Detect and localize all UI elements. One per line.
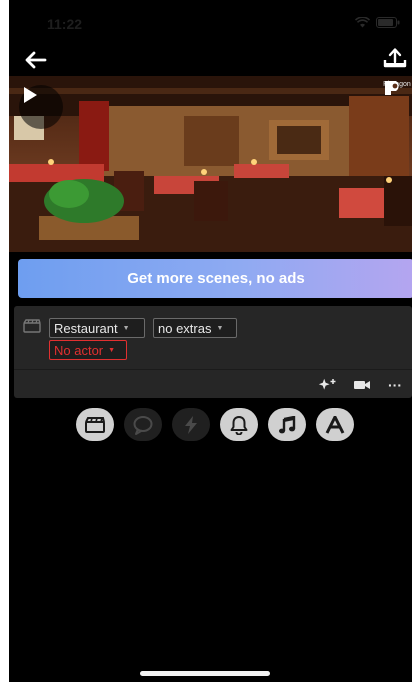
plotagon-logo: Plotagon (382, 80, 412, 95)
caret-down-icon: ▼ (122, 324, 130, 332)
toolbar-music-button[interactable] (268, 408, 306, 441)
toolbar-action-button[interactable] (172, 408, 210, 441)
scene-card: Restaurant ▼ no extras ▼ No actor ▼ ··· (14, 306, 412, 398)
speech-bubble-icon (133, 415, 153, 435)
more-options-button[interactable]: ··· (384, 376, 406, 394)
sparkle-plus-icon (318, 378, 336, 390)
card-divider (14, 369, 412, 370)
toolbar-sound-effect-button[interactable] (220, 408, 258, 441)
nav-bar (9, 44, 412, 76)
plotagon-logo-icon (385, 81, 399, 95)
location-dropdown[interactable]: Restaurant ▼ (49, 318, 145, 338)
get-more-scenes-button[interactable]: Get more scenes, no ads (18, 259, 412, 298)
bell-icon (230, 415, 248, 435)
scene-preview[interactable]: Plotagon (9, 76, 412, 252)
camera-button[interactable] (351, 376, 373, 394)
upload-tray-icon (383, 48, 407, 68)
play-icon (24, 87, 37, 103)
extras-dropdown[interactable]: no extras ▼ (153, 318, 237, 338)
play-button[interactable] (19, 85, 63, 129)
toolbar-speech-button[interactable] (124, 408, 162, 441)
lightning-icon (185, 415, 197, 434)
clapperboard-icon (85, 416, 105, 433)
back-arrow-icon (25, 51, 47, 69)
back-button[interactable] (23, 50, 47, 70)
caret-down-icon: ▼ (108, 346, 116, 354)
app-screen: 11:22 Get more scenes, no ads Restaurant… (9, 0, 412, 682)
restaurant-scene-illustration (9, 76, 412, 252)
extras-value: no extras (158, 320, 212, 336)
wifi-icon (355, 17, 370, 28)
actor-value: No actor (54, 342, 104, 358)
status-icons (355, 17, 400, 28)
status-time: 11:22 (47, 16, 83, 32)
music-note-icon (279, 415, 296, 433)
toolbar-text-button[interactable] (316, 408, 354, 441)
video-camera-icon (354, 381, 370, 389)
location-value: Restaurant (54, 320, 118, 336)
letter-a-icon (325, 415, 345, 434)
home-indicator[interactable] (140, 671, 270, 676)
caret-down-icon: ▼ (216, 324, 224, 332)
effects-button[interactable] (316, 376, 338, 394)
status-bar: 11:22 (9, 0, 412, 44)
toolbar-scene-button[interactable] (76, 408, 114, 441)
insert-toolbar (9, 408, 412, 444)
battery-icon (376, 17, 400, 28)
clapperboard-icon (23, 319, 41, 333)
share-button[interactable] (382, 46, 408, 70)
actor-dropdown[interactable]: No actor ▼ (49, 340, 127, 360)
